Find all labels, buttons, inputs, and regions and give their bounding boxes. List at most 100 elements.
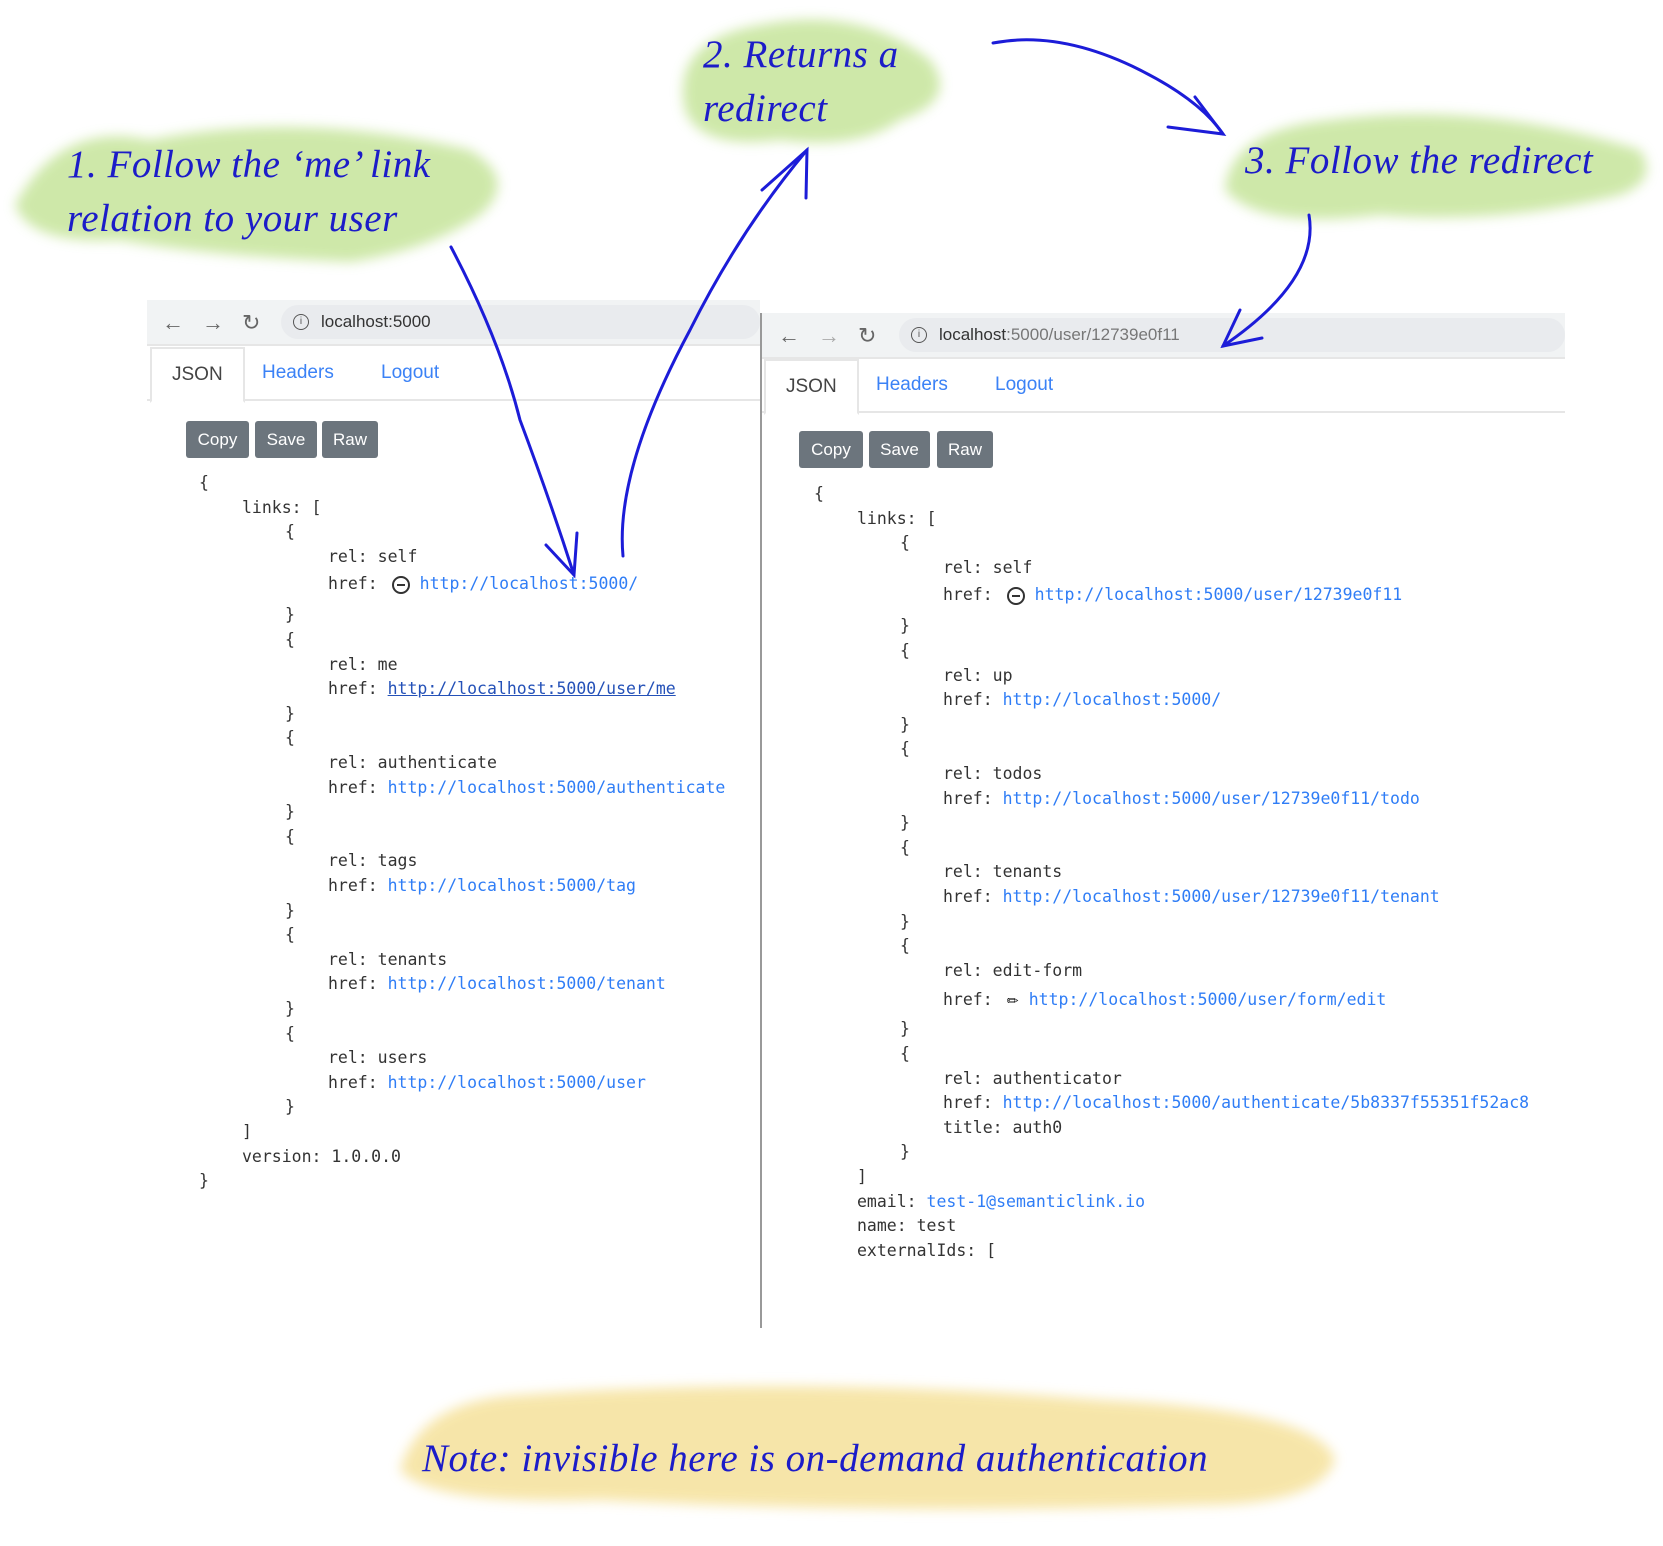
code-text: { <box>285 1023 295 1043</box>
back-icon[interactable]: ← <box>162 310 184 336</box>
code-line: href: http://localhost:5000/user <box>328 1070 646 1096</box>
link[interactable]: http://localhost:5000/tenant <box>388 974 666 993</box>
copy-button[interactable]: Copy <box>799 431 863 468</box>
code-text: rel: tenants <box>943 862 1063 882</box>
code-line: email: test-1@semanticlink.io <box>857 1189 1145 1215</box>
code-line: } <box>285 996 295 1022</box>
tab-logout[interactable]: Logout <box>995 359 1053 411</box>
tab-bar: JSON Headers Logout <box>147 347 760 403</box>
code-text: { <box>900 837 910 857</box>
code-text: rel: todos <box>943 764 1043 783</box>
code-text: ] <box>242 1122 252 1141</box>
tab-logout[interactable]: Logout <box>381 347 439 399</box>
code-line: title: auth0 <box>943 1115 1062 1141</box>
code-text: rel: up <box>943 665 1013 685</box>
annotation-step3: 3. Follow the redirect <box>1245 139 1594 182</box>
save-button[interactable]: Save <box>255 421 317 458</box>
code-line: href: http://localhost:5000/user/me <box>328 676 676 702</box>
address-bar[interactable]: i localhost:5000/user/12739e0f11 <box>899 318 1565 352</box>
tab-headers[interactable]: Headers <box>876 359 948 411</box>
code-text: externalIds: [ <box>857 1240 997 1260</box>
code-text: version: 1.0.0.0 <box>242 1146 401 1166</box>
code-text: } <box>285 900 295 920</box>
link[interactable]: http://localhost:5000/tag <box>388 876 636 895</box>
tab-headers[interactable]: Headers <box>262 347 334 399</box>
save-button[interactable]: Save <box>869 431 930 468</box>
link[interactable]: http://localhost:5000/user/12739e0f11/to… <box>1003 789 1420 808</box>
code-text: } <box>900 911 910 931</box>
reload-icon[interactable]: ↻ <box>242 310 260 336</box>
code-text: } <box>900 714 910 734</box>
code-line: rel: tenants <box>943 859 1062 885</box>
code-text: { <box>900 1044 910 1063</box>
annotation-step2-line2: redirect <box>703 87 828 130</box>
minus-circle-icon[interactable] <box>391 576 410 595</box>
code-text: { <box>900 739 910 759</box>
minus-circle-icon[interactable] <box>1006 587 1025 606</box>
code-line: } <box>900 909 910 935</box>
code-line: href: http://localhost:5000/authenticate <box>328 775 725 801</box>
code-text: rel: tags <box>328 851 418 871</box>
reload-icon[interactable]: ↻ <box>858 323 876 349</box>
code-line: rel: up <box>943 663 1013 689</box>
code-text: href: <box>943 690 1003 710</box>
code-line: version: 1.0.0.0 <box>242 1144 401 1170</box>
annotation-step1-line2: relation to your user <box>67 197 398 240</box>
code-line: { <box>900 736 910 762</box>
code-line: { <box>900 638 910 664</box>
copy-button[interactable]: Copy <box>186 421 249 458</box>
code-text: href: <box>943 990 993 1010</box>
code-text: rel: tenants <box>328 949 448 969</box>
code-line: { <box>900 1041 910 1067</box>
tab-json[interactable]: JSON <box>150 347 245 403</box>
code-line: } <box>900 712 910 738</box>
code-line: { <box>285 1021 295 1047</box>
code-text: rel: self <box>328 546 418 566</box>
link[interactable]: http://localhost:5000/ <box>420 574 639 593</box>
link[interactable]: http://localhost:5000/user/form/edit <box>1029 990 1387 1009</box>
code-line: href: http://localhost:5000/user/12739e0… <box>943 884 1440 910</box>
pencil-icon[interactable]: ✏ <box>1007 985 1019 1011</box>
code-line: externalIds: [ <box>857 1238 996 1264</box>
link[interactable]: http://localhost:5000/user/me <box>388 679 676 698</box>
code-text: title: auth0 <box>943 1117 1063 1137</box>
code-text: { <box>900 936 910 956</box>
forward-icon[interactable]: → <box>202 310 224 336</box>
browser-toolbar: ← → ↻ i localhost:5000/user/12739e0f11 <box>762 313 1565 359</box>
annotation-step2-line1: 2. Returns a <box>703 33 899 76</box>
code-line: ] <box>857 1164 867 1190</box>
url-path: :5000/user/12739e0f11 <box>1006 325 1180 344</box>
code-text: href: <box>328 679 388 699</box>
code-line: rel: edit-form <box>943 958 1082 984</box>
code-line: } <box>285 799 295 825</box>
link[interactable]: http://localhost:5000/ <box>1003 690 1222 709</box>
code-line: href: http://localhost:5000/ <box>943 687 1221 713</box>
annotation-note: Note: invisible here is on-demand authen… <box>422 1437 1209 1480</box>
link[interactable]: http://localhost:5000/user/12739e0f11 <box>1035 585 1403 604</box>
link[interactable]: test-1@semanticlink.io <box>927 1192 1146 1211</box>
code-line: } <box>285 701 295 727</box>
code-text: { <box>900 641 910 660</box>
code-text: { <box>285 925 295 945</box>
code-line: { <box>285 725 295 751</box>
code-line: href: http://localhost:5000/ <box>328 571 638 597</box>
code-text: rel: me <box>328 654 398 674</box>
code-text: } <box>285 605 295 625</box>
raw-button[interactable]: Raw <box>322 421 378 458</box>
code-text: href: <box>328 574 378 594</box>
code-text: } <box>285 802 295 822</box>
raw-button[interactable]: Raw <box>937 431 993 468</box>
tab-json[interactable]: JSON <box>764 359 859 415</box>
code-text: { <box>285 728 295 748</box>
link[interactable]: http://localhost:5000/user <box>388 1073 646 1092</box>
address-bar[interactable]: i localhost:5000 <box>281 305 760 339</box>
forward-icon[interactable]: → <box>818 323 840 349</box>
code-text: href: <box>328 974 388 994</box>
code-text: rel: edit-form <box>943 960 1083 980</box>
link[interactable]: http://localhost:5000/authenticate/5b833… <box>1003 1093 1530 1112</box>
back-icon[interactable]: ← <box>778 323 800 349</box>
link[interactable]: http://localhost:5000/user/12739e0f11/te… <box>1003 887 1440 906</box>
code-line: { <box>285 519 295 545</box>
link[interactable]: http://localhost:5000/authenticate <box>388 778 726 797</box>
code-line: name: test <box>857 1213 956 1239</box>
